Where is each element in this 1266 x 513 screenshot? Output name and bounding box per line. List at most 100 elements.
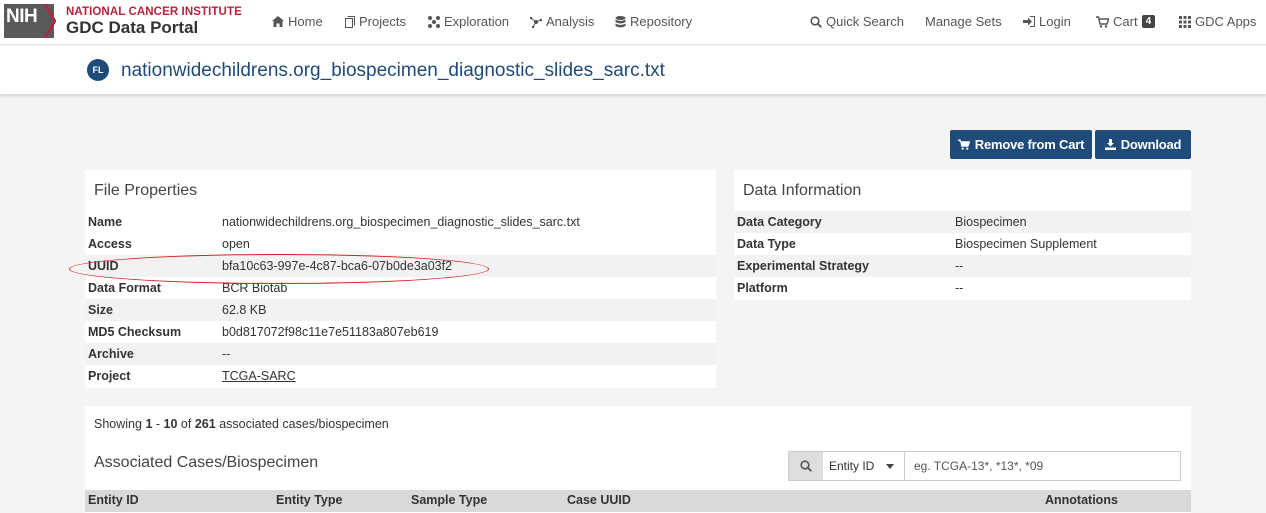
- property-key: MD5 Checksum: [88, 325, 182, 339]
- nav-gdc-apps[interactable]: GDC Apps: [1179, 14, 1256, 29]
- nav-analysis[interactable]: Analysis: [530, 14, 594, 29]
- showing-suffix: associated cases/biospecimen: [219, 417, 389, 431]
- property-row-name: Name nationwidechildrens.org_biospecimen…: [85, 211, 716, 233]
- analysis-icon: [530, 16, 542, 28]
- property-value: b0d817072f98c11e7e51183a807eb619: [222, 325, 439, 339]
- property-row-archive: Archive --: [85, 343, 716, 365]
- property-key: Access: [88, 237, 132, 251]
- search-button[interactable]: [789, 452, 823, 480]
- nav-exploration[interactable]: Exploration: [428, 14, 509, 29]
- file-properties-title: File Properties: [94, 182, 198, 199]
- cart-icon: [1096, 15, 1109, 28]
- home-icon: [272, 16, 284, 27]
- cart-count-badge: 4: [1141, 15, 1156, 28]
- chevron-down-icon: [886, 464, 894, 469]
- data-row-platform: Platform --: [734, 277, 1191, 299]
- data-row-type: Data Type Biospecimen Supplement: [734, 233, 1191, 255]
- column-header-case-uuid[interactable]: Case UUID: [567, 493, 631, 507]
- project-link[interactable]: TCGA-SARC: [222, 369, 296, 383]
- download-button[interactable]: Download: [1095, 130, 1191, 159]
- data-key: Platform: [737, 281, 788, 295]
- projects-icon: [345, 15, 355, 28]
- remove-from-cart-label: Remove from Cart: [974, 137, 1085, 152]
- property-row-access: Access open: [85, 233, 716, 255]
- showing-of: of: [180, 417, 192, 431]
- nav-cart[interactable]: Cart 4: [1096, 14, 1156, 29]
- column-header-sample-type[interactable]: Sample Type: [411, 493, 487, 507]
- data-key: Experimental Strategy: [737, 259, 869, 273]
- data-value: Biospecimen: [955, 215, 1027, 229]
- search-field-label: Entity ID: [829, 459, 875, 473]
- column-header-entity-type[interactable]: Entity Type: [276, 493, 342, 507]
- database-icon: [615, 15, 626, 27]
- nav-repository[interactable]: Repository: [615, 14, 692, 29]
- associated-cases-title: Associated Cases/Biospecimen: [94, 454, 319, 471]
- entity-search: Entity ID: [788, 451, 1181, 481]
- nav-repository-label: Repository: [630, 14, 693, 29]
- nav-analysis-label: Analysis: [546, 14, 595, 29]
- showing-total: 261: [194, 417, 216, 431]
- property-row-md5: MD5 Checksum b0d817072f98c11e7e51183a807…: [85, 321, 716, 343]
- column-header-entity-id[interactable]: Entity ID: [88, 493, 139, 507]
- file-title-bar: FL nationwidechildrens.org_biospecimen_d…: [0, 46, 1266, 94]
- data-value: Biospecimen Supplement: [955, 237, 1097, 251]
- property-value: 62.8 KB: [222, 303, 267, 317]
- page-title: nationwidechildrens.org_biospecimen_diag…: [121, 60, 665, 81]
- nav-manage-sets-label: Manage Sets: [925, 14, 1002, 29]
- entity-search-input[interactable]: [905, 452, 1180, 480]
- nav-quick-search-label: Quick Search: [826, 14, 905, 29]
- data-row-strategy: Experimental Strategy --: [734, 255, 1191, 277]
- download-icon: [1104, 139, 1116, 150]
- uuid-highlight-oval: [69, 254, 489, 284]
- nav-manage-sets[interactable]: Manage Sets: [925, 14, 1002, 29]
- search-icon: [800, 460, 812, 472]
- data-key: Data Type: [737, 237, 796, 251]
- property-row-size: Size 62.8 KB: [85, 299, 716, 321]
- nih-logo-text: NIH: [6, 6, 38, 27]
- apps-grid-icon: [1179, 15, 1191, 28]
- data-information-panel: Data Information Data Category Biospecim…: [734, 170, 1191, 300]
- property-key: Name: [88, 215, 123, 229]
- nav-login[interactable]: Login: [1023, 14, 1071, 29]
- nav-cart-label: Cart: [1113, 14, 1138, 29]
- top-navbar: NIH NATIONAL CANCER INSTITUTE GDC Data P…: [0, 0, 1266, 45]
- nav-exploration-label: Exploration: [444, 14, 510, 29]
- cart-icon: [957, 139, 970, 150]
- nav-gdc-apps-label: GDC Apps: [1195, 14, 1257, 29]
- download-label: Download: [1120, 137, 1182, 152]
- showing-prefix: Showing: [94, 417, 142, 431]
- data-value: --: [955, 281, 964, 295]
- property-value: --: [222, 347, 231, 361]
- nav-home[interactable]: Home: [272, 14, 323, 29]
- property-key: Data Format: [88, 281, 161, 295]
- property-key: Project: [88, 369, 131, 383]
- column-header-annotations[interactable]: Annotations: [1045, 493, 1118, 507]
- nav-quick-search[interactable]: Quick Search: [810, 14, 904, 29]
- nav-home-label: Home: [288, 14, 323, 29]
- file-type-badge: FL: [87, 59, 109, 81]
- exploration-icon: [428, 15, 440, 28]
- associated-cases-panel: Showing 1 - 10 of 261 associated cases/b…: [85, 406, 1191, 513]
- data-information-title: Data Information: [743, 182, 862, 199]
- data-row-category: Data Category Biospecimen: [734, 211, 1191, 233]
- search-field-select[interactable]: Entity ID: [823, 452, 905, 480]
- property-key: Size: [88, 303, 114, 317]
- showing-to: 10: [163, 417, 178, 431]
- nav-projects[interactable]: Projects: [345, 14, 406, 29]
- pagination-summary: Showing 1 - 10 of 261 associated cases/b…: [94, 417, 389, 431]
- nav-projects-label: Projects: [359, 14, 406, 29]
- cases-table-header: Entity ID Entity Type Sample Type Case U…: [85, 490, 1191, 512]
- login-icon: [1023, 16, 1035, 27]
- property-key: Archive: [88, 347, 134, 361]
- property-value: nationwidechildrens.org_biospecimen_diag…: [222, 215, 580, 229]
- remove-from-cart-button[interactable]: Remove from Cart: [950, 130, 1092, 159]
- property-row-project: Project TCGA-SARC: [85, 365, 716, 387]
- search-icon: [810, 15, 822, 28]
- nav-login-label: Login: [1039, 14, 1071, 29]
- showing-dash: -: [155, 417, 161, 431]
- showing-from: 1: [145, 417, 153, 431]
- brand-institute: NATIONAL CANCER INSTITUTE: [66, 6, 242, 18]
- brand-portal-name[interactable]: GDC Data Portal: [66, 18, 198, 38]
- property-value: open: [222, 237, 250, 251]
- data-key: Data Category: [737, 215, 822, 229]
